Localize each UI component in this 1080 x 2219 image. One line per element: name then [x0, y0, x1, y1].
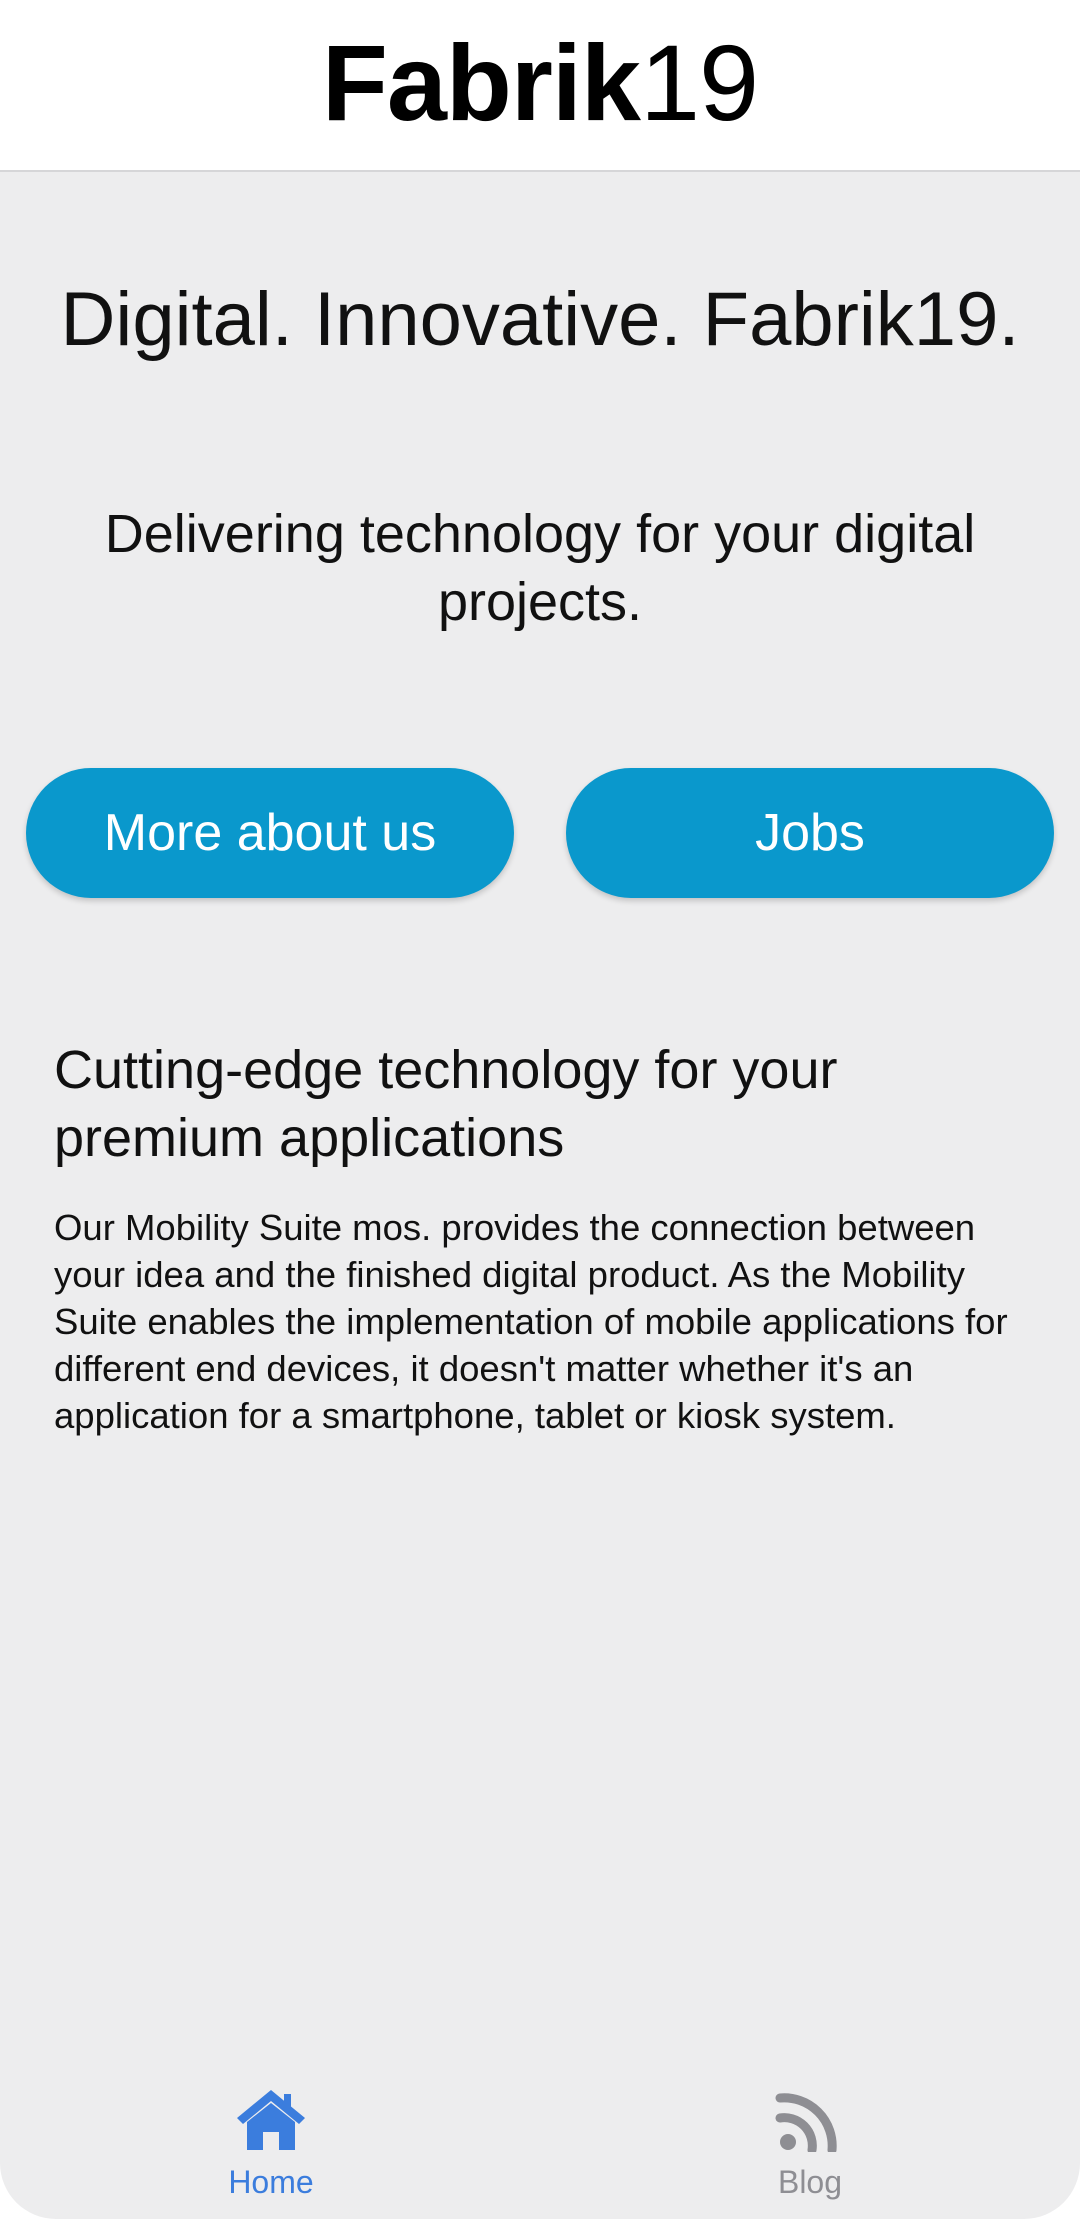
home-icon — [237, 2090, 305, 2150]
tab-home-label: Home — [228, 2164, 314, 2200]
section-title: Cutting-edge technology for your premium… — [54, 1040, 838, 1168]
tab-blog[interactable]: Blog — [660, 2080, 960, 2219]
bottom-tab-bar: Home Blog — [0, 2080, 1080, 2219]
brand-bold-text: Fabrik — [321, 22, 641, 143]
brand-logo: Fabrik19 — [322, 29, 759, 137]
jobs-button[interactable]: Jobs — [566, 768, 1054, 898]
app-header: Fabrik19 — [0, 0, 1080, 172]
tab-home[interactable]: Home — [121, 2080, 421, 2219]
hero-headline: Digital. Innovative. Fabrik19. — [60, 277, 1020, 362]
brand-regular-text: 19 — [639, 22, 759, 143]
rss-icon — [775, 2093, 837, 2152]
section-body: Our Mobility Suite mos. provides the con… — [54, 1207, 1008, 1436]
app-screen: Fabrik19 Digital. Innovative. Fabrik19. … — [0, 0, 1080, 2219]
hero-subline: Delivering technology for your digital p… — [104, 504, 976, 632]
tab-blog-label: Blog — [777, 2164, 843, 2200]
more-about-us-button[interactable]: More about us — [26, 768, 514, 898]
